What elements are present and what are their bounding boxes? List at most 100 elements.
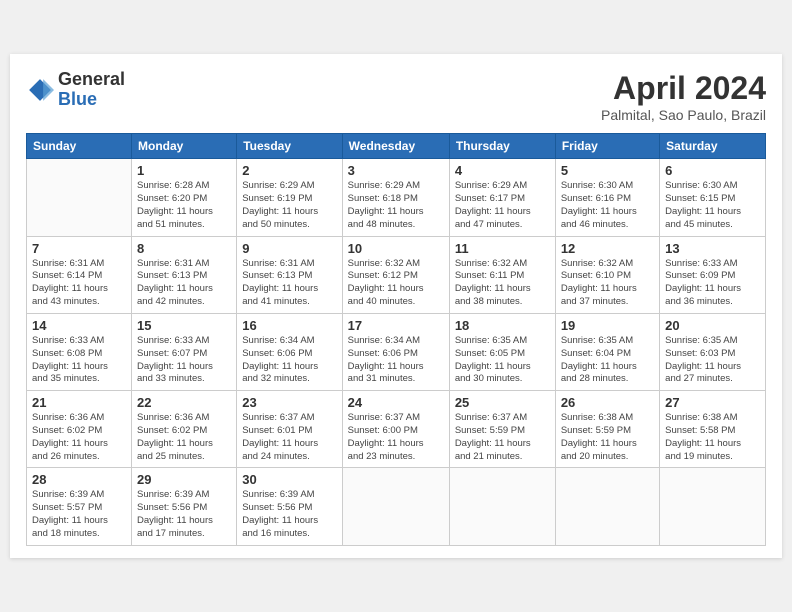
day-cell: 13 Sunrise: 6:33 AM Sunset: 6:09 PM Dayli… — [660, 236, 766, 313]
header-cell-thursday: Thursday — [449, 134, 555, 159]
calendar-wrapper: General Blue April 2024 Palmital, Sao Pa… — [10, 54, 782, 557]
day-info: Sunrise: 6:35 AM Sunset: 6:05 PM Dayligh… — [455, 335, 550, 386]
day-cell: 5 Sunrise: 6:30 AM Sunset: 6:16 PM Daylig… — [555, 159, 659, 236]
day-info: Sunrise: 6:33 AM Sunset: 6:08 PM Dayligh… — [32, 335, 126, 386]
day-cell: 28 Sunrise: 6:39 AM Sunset: 5:57 PM Dayli… — [27, 468, 132, 545]
header-cell-wednesday: Wednesday — [342, 134, 449, 159]
day-info: Sunrise: 6:39 AM Sunset: 5:57 PM Dayligh… — [32, 489, 126, 540]
day-number: 9 — [242, 241, 336, 256]
day-number: 27 — [665, 395, 760, 410]
day-number: 28 — [32, 472, 126, 487]
day-cell: 30Sunrise: 6:39 AM Sunset: 5:56 PM Dayli… — [237, 468, 342, 545]
logo-blue-text: Blue — [58, 90, 125, 110]
logo-text: General Blue — [58, 70, 125, 110]
day-info: Sunrise: 6:34 AM Sunset: 6:06 PM Dayligh… — [242, 335, 336, 386]
day-info: Sunrise: 6:33 AM Sunset: 6:09 PM Dayligh… — [665, 258, 760, 309]
day-info: Sunrise: 6:31 AM Sunset: 6:13 PM Dayligh… — [137, 258, 231, 309]
day-cell: 17Sunrise: 6:34 AM Sunset: 6:06 PM Dayli… — [342, 313, 449, 390]
day-info: Sunrise: 6:29 AM Sunset: 6:18 PM Dayligh… — [348, 180, 444, 231]
day-cell: 6 Sunrise: 6:30 AM Sunset: 6:15 PM Daylig… — [660, 159, 766, 236]
day-cell: 16 Sunrise: 6:34 AM Sunset: 6:06 PM Dayli… — [237, 313, 342, 390]
day-info: Sunrise: 6:32 AM Sunset: 6:12 PM Dayligh… — [348, 258, 444, 309]
day-info: Sunrise: 6:30 AM Sunset: 6:16 PM Dayligh… — [561, 180, 654, 231]
day-number: 1 — [137, 163, 231, 178]
day-number: 20 — [665, 318, 760, 333]
day-info: Sunrise: 6:32 AM Sunset: 6:11 PM Dayligh… — [455, 258, 550, 309]
week-row-4: 28 Sunrise: 6:39 AM Sunset: 5:57 PM Dayli… — [27, 468, 766, 545]
day-number: 18 — [455, 318, 550, 333]
day-cell: 21 Sunrise: 6:36 AM Sunset: 6:02 PM Dayli… — [27, 391, 132, 468]
title-block: April 2024 Palmital, Sao Paulo, Brazil — [601, 70, 766, 123]
day-info: Sunrise: 6:28 AM Sunset: 6:20 PM Dayligh… — [137, 180, 231, 231]
day-cell: 14 Sunrise: 6:33 AM Sunset: 6:08 PM Dayli… — [27, 313, 132, 390]
month-title: April 2024 — [601, 70, 766, 107]
day-cell: 4Sunrise: 6:29 AM Sunset: 6:17 PM Daylig… — [449, 159, 555, 236]
day-cell: 26Sunrise: 6:38 AM Sunset: 5:59 PM Dayli… — [555, 391, 659, 468]
day-info: Sunrise: 6:39 AM Sunset: 5:56 PM Dayligh… — [137, 489, 231, 540]
day-cell: 20 Sunrise: 6:35 AM Sunset: 6:03 PM Dayli… — [660, 313, 766, 390]
day-cell: 29Sunrise: 6:39 AM Sunset: 5:56 PM Dayli… — [132, 468, 237, 545]
day-number: 30 — [242, 472, 336, 487]
day-cell — [555, 468, 659, 545]
day-number: 23 — [242, 395, 336, 410]
day-cell: 25 Sunrise: 6:37 AM Sunset: 5:59 PM Dayli… — [449, 391, 555, 468]
day-number: 19 — [561, 318, 654, 333]
calendar-table: SundayMondayTuesdayWednesdayThursdayFrid… — [26, 133, 766, 545]
header-row: SundayMondayTuesdayWednesdayThursdayFrid… — [27, 134, 766, 159]
day-number: 26 — [561, 395, 654, 410]
header: General Blue April 2024 Palmital, Sao Pa… — [26, 70, 766, 123]
week-row-2: 14 Sunrise: 6:33 AM Sunset: 6:08 PM Dayli… — [27, 313, 766, 390]
day-number: 13 — [665, 241, 760, 256]
day-info: Sunrise: 6:30 AM Sunset: 6:15 PM Dayligh… — [665, 180, 760, 231]
week-row-3: 21 Sunrise: 6:36 AM Sunset: 6:02 PM Dayli… — [27, 391, 766, 468]
day-number: 6 — [665, 163, 760, 178]
logo-icon — [26, 76, 54, 104]
day-cell: 22Sunrise: 6:36 AM Sunset: 6:02 PM Dayli… — [132, 391, 237, 468]
day-number: 11 — [455, 241, 550, 256]
day-number: 5 — [561, 163, 654, 178]
header-cell-friday: Friday — [555, 134, 659, 159]
day-number: 8 — [137, 241, 231, 256]
day-number: 24 — [348, 395, 444, 410]
day-info: Sunrise: 6:37 AM Sunset: 5:59 PM Dayligh… — [455, 412, 550, 463]
day-number: 4 — [455, 163, 550, 178]
day-cell: 24 Sunrise: 6:37 AM Sunset: 6:00 PM Dayli… — [342, 391, 449, 468]
day-cell — [342, 468, 449, 545]
day-info: Sunrise: 6:37 AM Sunset: 6:00 PM Dayligh… — [348, 412, 444, 463]
day-info: Sunrise: 6:34 AM Sunset: 6:06 PM Dayligh… — [348, 335, 444, 386]
day-number: 25 — [455, 395, 550, 410]
day-info: Sunrise: 6:32 AM Sunset: 6:10 PM Dayligh… — [561, 258, 654, 309]
day-info: Sunrise: 6:31 AM Sunset: 6:13 PM Dayligh… — [242, 258, 336, 309]
day-cell: 2 Sunrise: 6:29 AM Sunset: 6:19 PM Daylig… — [237, 159, 342, 236]
day-cell: 3Sunrise: 6:29 AM Sunset: 6:18 PM Daylig… — [342, 159, 449, 236]
day-cell: 11 Sunrise: 6:32 AM Sunset: 6:11 PM Dayli… — [449, 236, 555, 313]
day-number: 2 — [242, 163, 336, 178]
day-cell: 7Sunrise: 6:31 AM Sunset: 6:14 PM Daylig… — [27, 236, 132, 313]
day-number: 15 — [137, 318, 231, 333]
day-number: 14 — [32, 318, 126, 333]
day-cell: 19 Sunrise: 6:35 AM Sunset: 6:04 PM Dayli… — [555, 313, 659, 390]
day-info: Sunrise: 6:35 AM Sunset: 6:04 PM Dayligh… — [561, 335, 654, 386]
day-cell: 23Sunrise: 6:37 AM Sunset: 6:01 PM Dayli… — [237, 391, 342, 468]
day-cell — [27, 159, 132, 236]
day-info: Sunrise: 6:38 AM Sunset: 5:58 PM Dayligh… — [665, 412, 760, 463]
day-number: 16 — [242, 318, 336, 333]
week-row-0: 1 Sunrise: 6:28 AM Sunset: 6:20 PM Daylig… — [27, 159, 766, 236]
day-number: 21 — [32, 395, 126, 410]
day-info: Sunrise: 6:35 AM Sunset: 6:03 PM Dayligh… — [665, 335, 760, 386]
header-cell-sunday: Sunday — [27, 134, 132, 159]
location: Palmital, Sao Paulo, Brazil — [601, 107, 766, 123]
day-info: Sunrise: 6:31 AM Sunset: 6:14 PM Dayligh… — [32, 258, 126, 309]
day-cell: 18 Sunrise: 6:35 AM Sunset: 6:05 PM Dayli… — [449, 313, 555, 390]
header-cell-tuesday: Tuesday — [237, 134, 342, 159]
day-info: Sunrise: 6:36 AM Sunset: 6:02 PM Dayligh… — [32, 412, 126, 463]
day-cell: 27 Sunrise: 6:38 AM Sunset: 5:58 PM Dayli… — [660, 391, 766, 468]
header-cell-monday: Monday — [132, 134, 237, 159]
day-info: Sunrise: 6:36 AM Sunset: 6:02 PM Dayligh… — [137, 412, 231, 463]
day-info: Sunrise: 6:33 AM Sunset: 6:07 PM Dayligh… — [137, 335, 231, 386]
day-cell — [449, 468, 555, 545]
week-row-1: 7Sunrise: 6:31 AM Sunset: 6:14 PM Daylig… — [27, 236, 766, 313]
day-cell — [660, 468, 766, 545]
header-cell-saturday: Saturday — [660, 134, 766, 159]
day-info: Sunrise: 6:29 AM Sunset: 6:19 PM Dayligh… — [242, 180, 336, 231]
